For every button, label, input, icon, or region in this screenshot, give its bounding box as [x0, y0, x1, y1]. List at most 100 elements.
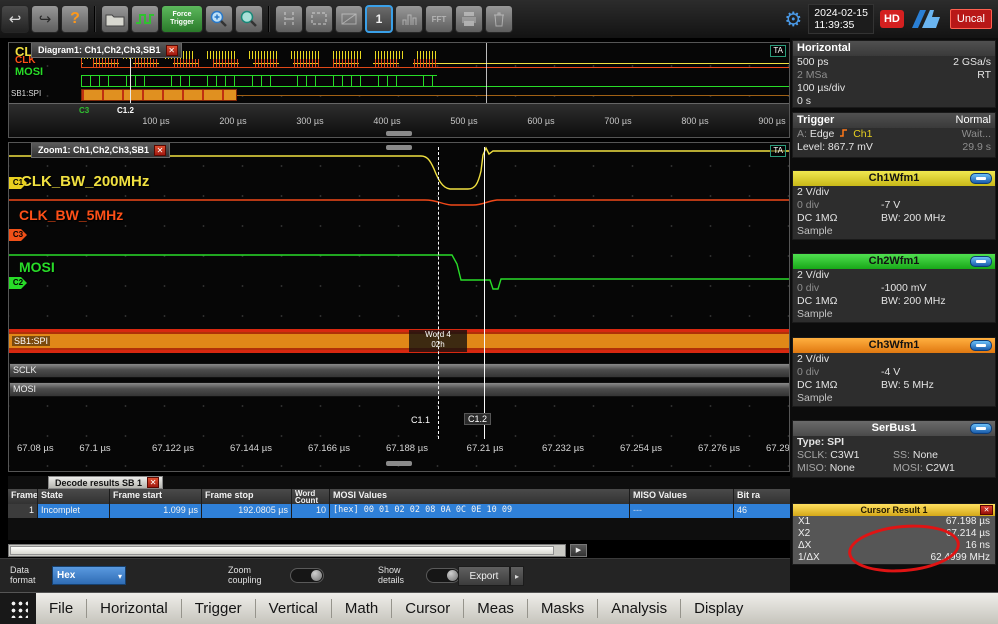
- menu-horizontal[interactable]: Horizontal: [87, 593, 181, 624]
- serbus-panel[interactable]: SerBus1 Type: SPI SCLK: C3W1 SS: None MI…: [792, 420, 996, 478]
- open-file-button[interactable]: [101, 5, 129, 33]
- axis-tick: 300 µs: [296, 116, 323, 126]
- trash-icon: [490, 10, 508, 28]
- scrollbar-right-button[interactable]: ▶: [570, 544, 587, 557]
- menu-cursor[interactable]: Cursor: [392, 593, 463, 624]
- diagram1-ch2-label[interactable]: MOSI: [15, 66, 43, 78]
- ch2-baseline: [437, 86, 790, 87]
- datetime-display[interactable]: 2024-02-15 11:39:35: [808, 4, 874, 34]
- decode-tab[interactable]: Decode results SB 1 ✕: [48, 476, 163, 489]
- print-button[interactable]: [455, 5, 483, 33]
- menu-trigger[interactable]: Trigger: [182, 593, 255, 624]
- decode-close-button[interactable]: ✕: [147, 477, 159, 488]
- diagram1-c3-marker[interactable]: C3: [79, 106, 89, 115]
- ch3-bandwidth-value: BW: 5 MHz: [881, 379, 934, 392]
- hd-badge[interactable]: HD: [880, 10, 904, 28]
- annotation-button[interactable]: 1: [365, 5, 393, 33]
- zoom1-top-handle[interactable]: [386, 145, 412, 150]
- axis-tick: 67.232 µs: [542, 443, 584, 454]
- app-grid-button[interactable]: [0, 593, 36, 624]
- menu-display[interactable]: Display: [681, 593, 756, 624]
- screenshot-button[interactable]: [305, 5, 333, 33]
- data-format-select[interactable]: Hex ▾: [52, 566, 126, 585]
- menu-masks[interactable]: Masks: [528, 593, 597, 624]
- redo-button[interactable]: ↪: [31, 5, 59, 33]
- decode-table-row[interactable]: 1 Incomplet 1.099 µs 192.0805 µs 10 [hex…: [8, 504, 790, 518]
- uncal-badge[interactable]: Uncal: [950, 9, 992, 29]
- mosi-label: MOSI:: [893, 462, 923, 474]
- cell-word-count: 10: [292, 504, 330, 518]
- ss-value: None: [913, 449, 938, 461]
- export-popup-arrow[interactable]: ▸: [510, 566, 524, 586]
- horizontal-panel[interactable]: Horizontal 500 ps2 GSa/s 2 MSaRT 100 µs/…: [792, 40, 996, 108]
- cursor-panel-title: Cursor Result 1: [860, 505, 927, 515]
- force-trigger-button[interactable]: Force Trigger: [161, 5, 203, 33]
- diagram1-c12-marker[interactable]: C1.2: [117, 106, 134, 115]
- search-button[interactable]: [235, 5, 263, 33]
- diagram1-close-button[interactable]: ✕: [166, 45, 178, 56]
- minimize-button[interactable]: [970, 423, 992, 434]
- undo-button[interactable]: ↩: [1, 5, 29, 33]
- cell-miso-values: ---: [630, 504, 734, 518]
- zoom1-tab[interactable]: Zoom1: Ch1,Ch2,Ch3,SB1 ✕: [31, 143, 170, 158]
- toggle-knob: [447, 570, 458, 581]
- settings-button[interactable]: ⚙: [784, 7, 802, 32]
- help-button[interactable]: ?: [61, 5, 89, 33]
- annotation-label: 1: [376, 12, 383, 26]
- zoom-coupling-toggle[interactable]: [290, 568, 324, 583]
- diagram1-bus-label[interactable]: SB1:SPI: [11, 89, 41, 98]
- menu-analysis[interactable]: Analysis: [598, 593, 680, 624]
- zoom1-ch3-label[interactable]: CLK_BW_5MHz: [19, 207, 123, 223]
- resolution-value: 500 ps: [797, 56, 829, 68]
- cursor-c12-line[interactable]: [484, 147, 485, 439]
- minimize-button[interactable]: [970, 340, 992, 351]
- diagram1-tab[interactable]: Diagram1: Ch1,Ch2,Ch3,SB1 ✕: [31, 43, 182, 58]
- data-format-label: Dataformat: [10, 565, 36, 585]
- export-button[interactable]: Export: [458, 566, 510, 586]
- delete-button[interactable]: [485, 5, 513, 33]
- cursor-close-button[interactable]: ✕: [980, 505, 993, 515]
- signal-source-button[interactable]: [131, 5, 159, 33]
- zoom1-ch2-label[interactable]: MOSI: [19, 259, 55, 275]
- zoom-in-button[interactable]: [205, 5, 233, 33]
- sclk-row-label[interactable]: SCLK: [13, 365, 37, 375]
- timebase-scale-value: 100 µs/div: [797, 82, 845, 94]
- axis-tick: 900 µs: [758, 116, 785, 126]
- show-details-toggle[interactable]: [426, 568, 460, 583]
- serbus-type-value: Type: SPI: [797, 436, 844, 448]
- cursor-lines-icon: [280, 10, 298, 28]
- diagram1-ch2-waveform: [81, 75, 437, 87]
- ch3-panel[interactable]: Ch3Wfm1 2 V/div 0 div-4 V DC 1MΩBW: 5 MH…: [792, 337, 996, 407]
- menu-file[interactable]: File: [36, 593, 86, 624]
- zoom1-bus-label[interactable]: SB1:SPI: [12, 336, 50, 346]
- menu-math[interactable]: Math: [332, 593, 391, 624]
- scrollbar-track[interactable]: [8, 544, 566, 557]
- menu-vertical[interactable]: Vertical: [256, 593, 331, 624]
- zoom1-bottom-handle[interactable]: [386, 461, 412, 466]
- ch1-position-value: 0 div: [797, 199, 819, 211]
- ch2-panel[interactable]: Ch2Wfm1 2 V/div 0 div-1000 mV DC 1MΩBW: …: [792, 253, 996, 323]
- ch1-offset-value: -7 V: [881, 199, 900, 212]
- scrollbar-thumb[interactable]: [10, 546, 554, 555]
- trigger-panel[interactable]: TriggerNormal A: Edge Ch1 Wait... Level:…: [792, 112, 996, 158]
- mosi-row-label[interactable]: MOSI: [13, 384, 36, 394]
- histogram-button[interactable]: [395, 5, 423, 33]
- diagram1-bus-waveform: [81, 89, 237, 101]
- diagram1-scroll-handle[interactable]: [386, 131, 412, 136]
- horizontal-scrollbar[interactable]: ▶: [8, 544, 790, 557]
- square-w-icon: [135, 11, 155, 27]
- fft-button[interactable]: FFT: [425, 5, 453, 33]
- miso-value: None: [830, 462, 855, 474]
- cursor-result-panel[interactable]: Cursor Result 1✕ X167.198 µs X267.214 µs…: [792, 503, 996, 565]
- mosi-value: C2W1: [926, 462, 955, 474]
- mask-test-button[interactable]: [335, 5, 363, 33]
- zoom1-close-button[interactable]: ✕: [154, 145, 166, 156]
- menu-meas[interactable]: Meas: [464, 593, 527, 624]
- cursor-c11-line[interactable]: [438, 147, 439, 439]
- ch1-panel[interactable]: Ch1Wfm1 2 V/div 0 div-7 V DC 1MΩBW: 200 …: [792, 170, 996, 240]
- minimize-button[interactable]: [970, 256, 992, 267]
- axis-tick: 700 µs: [604, 116, 631, 126]
- minimize-button[interactable]: [970, 173, 992, 184]
- cursor-tool-button[interactable]: [275, 5, 303, 33]
- zoom1-ch1-label[interactable]: CLK_BW_200MHz: [21, 173, 149, 190]
